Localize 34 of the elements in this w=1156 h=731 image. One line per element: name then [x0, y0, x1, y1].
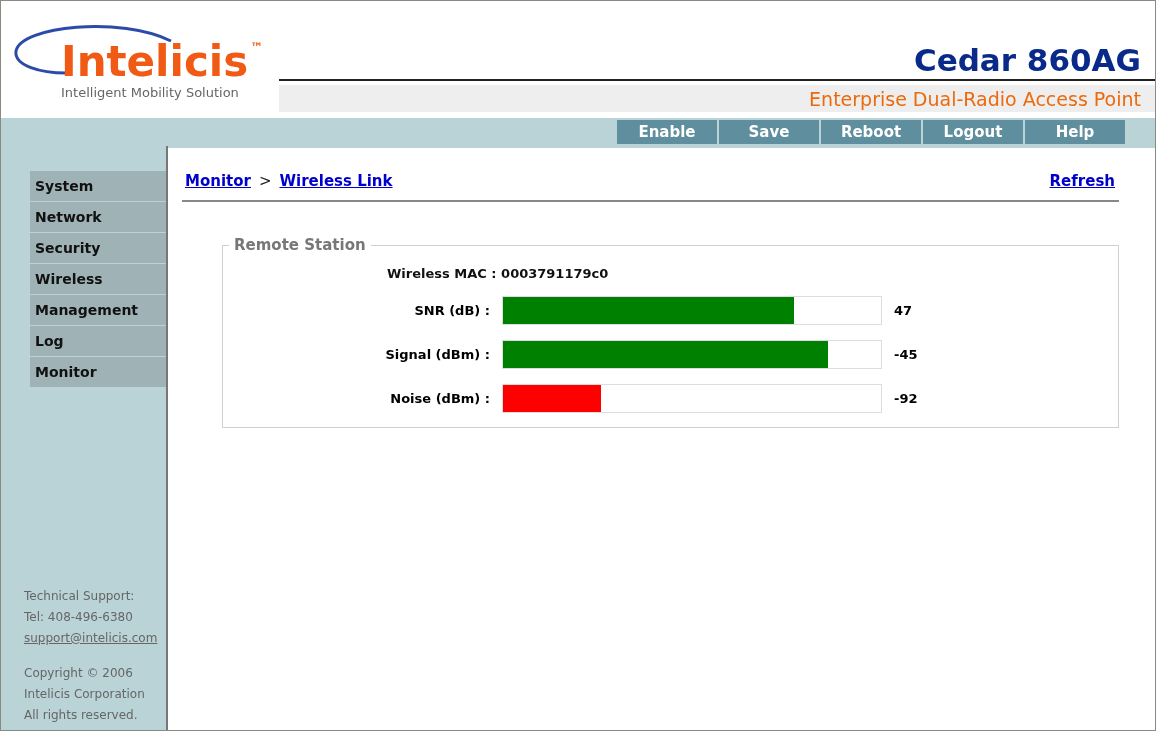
- meter-reading: -45: [894, 347, 919, 362]
- sidebar-item[interactable]: Security: [30, 233, 166, 263]
- sidebar-item[interactable]: Network: [30, 202, 166, 232]
- logo: Intelicis™: [61, 41, 264, 83]
- breadcrumb-separator: >: [258, 172, 272, 190]
- sidebar-item[interactable]: Wireless: [30, 264, 166, 294]
- sidebar-item[interactable]: Management: [30, 295, 166, 325]
- copyright-text: All rights reserved.: [24, 707, 139, 724]
- product-title: Cedar 860AG: [279, 1, 1155, 81]
- sidebar-item[interactable]: Log: [30, 326, 166, 356]
- support-email-link[interactable]: support@intelicis.com: [24, 628, 166, 649]
- toolbar-button[interactable]: Reboot: [821, 120, 921, 144]
- toolbar-button[interactable]: Logout: [923, 120, 1023, 144]
- copyright-text: Copyright © 2006: [24, 665, 134, 682]
- breadcrumb-link[interactable]: Monitor: [185, 172, 251, 190]
- panel-title: Remote Station: [233, 236, 367, 254]
- tagline: Intelligent Mobility Solution: [61, 85, 239, 100]
- sidebar-item[interactable]: Monitor: [30, 357, 166, 387]
- meter-reading: 47: [894, 303, 914, 318]
- support-phone: Tel: 408-496-6380: [24, 609, 134, 626]
- toolbar-button[interactable]: Help: [1025, 120, 1125, 144]
- breadcrumb-link[interactable]: Wireless Link: [279, 172, 393, 190]
- copyright-text: Intelicis Corporation: [24, 686, 146, 703]
- toolbar-button[interactable]: Enable: [617, 120, 717, 144]
- meter-label: Noise (dBm) :: [390, 391, 490, 406]
- product-subtitle: Enterprise Dual-Radio Access Point: [279, 85, 1155, 112]
- mac-address: Wireless MAC : 0003791179c0: [387, 266, 610, 281]
- meter-label: Signal (dBm) :: [385, 347, 490, 362]
- support-title: Technical Support:: [24, 588, 136, 605]
- meter-reading: -92: [894, 391, 919, 406]
- sidebar-item[interactable]: System: [30, 171, 166, 201]
- refresh-link[interactable]: Refresh: [1049, 172, 1115, 190]
- meter-label: SNR (dB) :: [414, 303, 490, 318]
- toolbar-button[interactable]: Save: [719, 120, 819, 144]
